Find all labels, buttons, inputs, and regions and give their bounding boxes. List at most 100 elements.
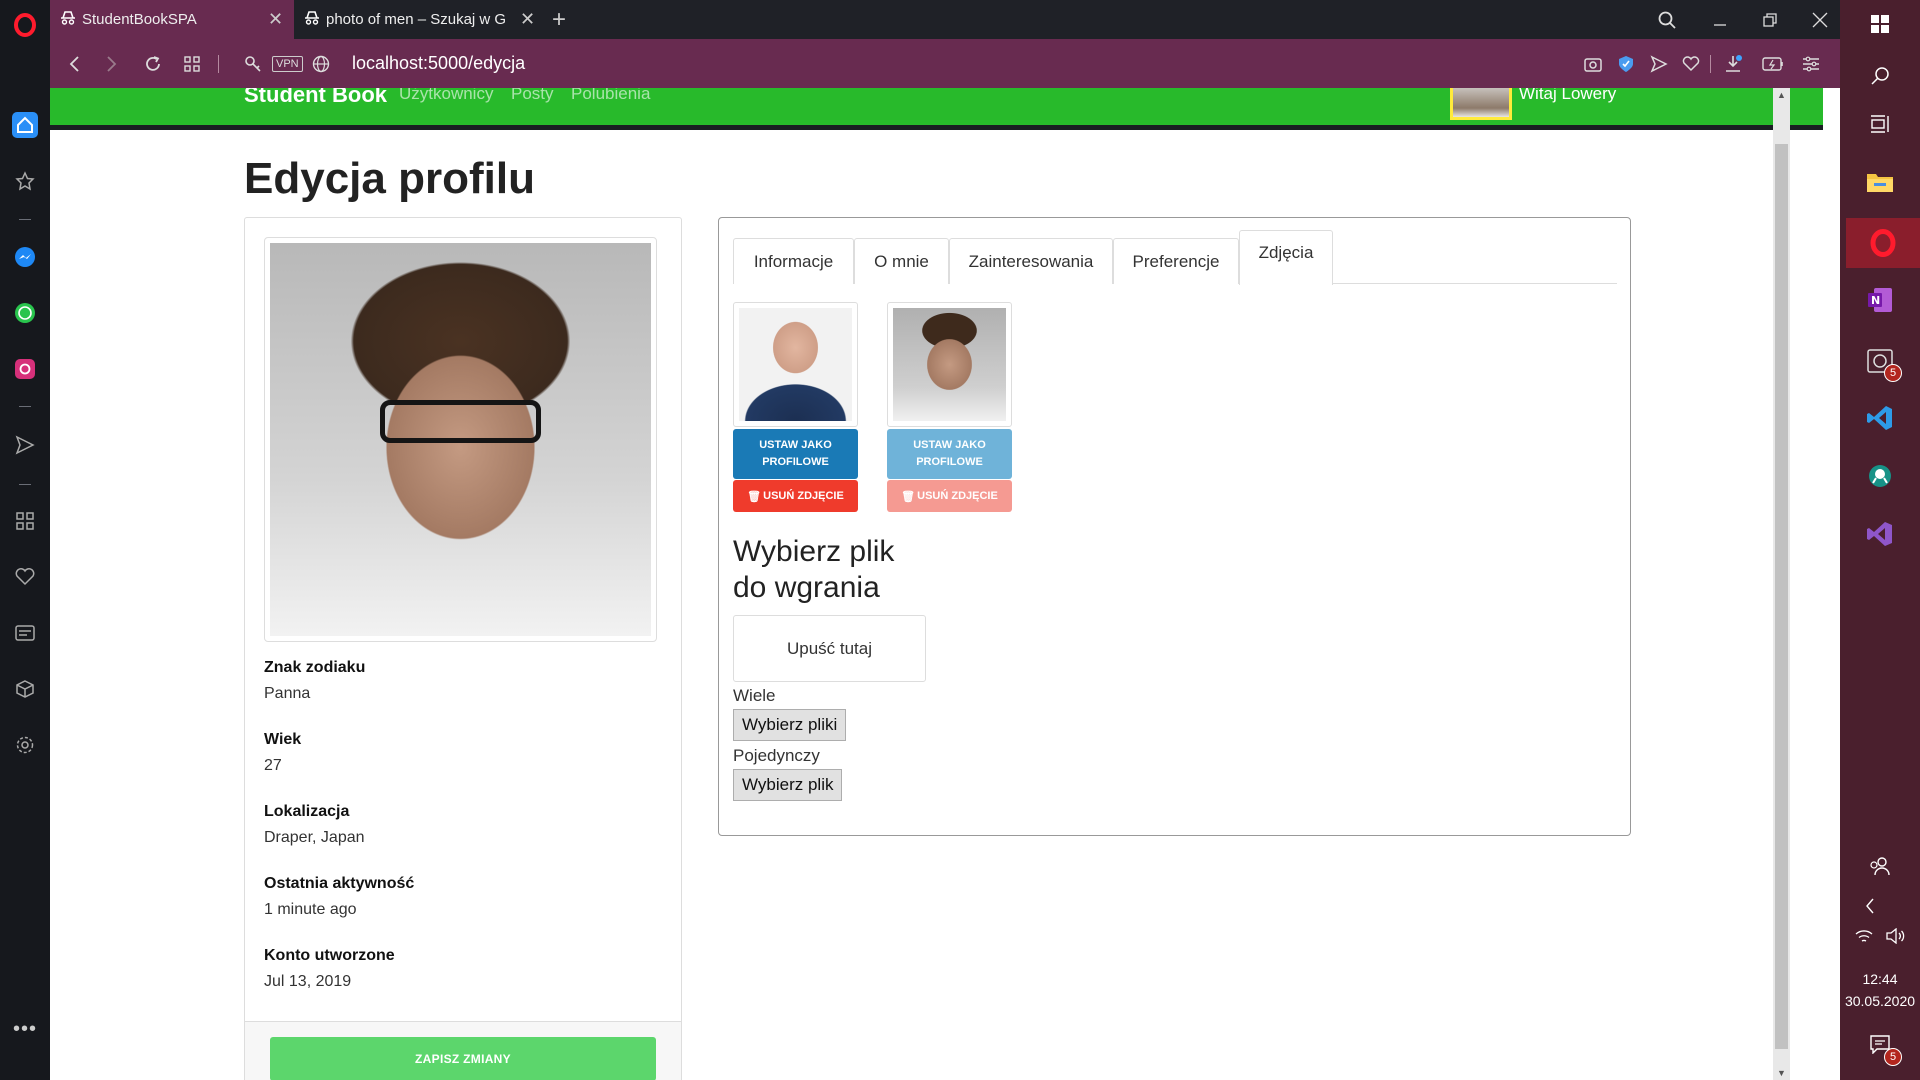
key-icon[interactable]	[244, 55, 262, 73]
notifications-badge: 5	[1884, 1048, 1902, 1066]
people-icon[interactable]	[1860, 846, 1900, 886]
navbar-brand[interactable]: Student Book	[244, 88, 387, 108]
detail-last-active: Ostatnia aktywność 1 minute ago	[264, 875, 414, 919]
toolbar-separator	[1710, 54, 1711, 73]
set-profile-photo-button[interactable]: USTAW JAKO PROFILOWE	[733, 429, 858, 479]
scrollbar-thumb[interactable]	[1775, 144, 1788, 1049]
heart-icon[interactable]	[12, 564, 38, 590]
delete-photo-button-disabled[interactable]: 🗑 USUŃ ZDJĘCIE	[887, 480, 1012, 512]
download-icon[interactable]	[1724, 54, 1742, 73]
reload-icon[interactable]	[144, 55, 162, 73]
action-center-icon[interactable]: 5	[1860, 1024, 1902, 1066]
browser-tab-active[interactable]: StudentBookSPA ✕	[50, 0, 294, 39]
address-bar: VPN localhost:5000/edycja	[50, 39, 1840, 88]
tabs-grid-icon[interactable]	[184, 55, 200, 72]
instagram-icon[interactable]	[12, 356, 38, 382]
flow-icon[interactable]	[1650, 54, 1668, 73]
gitkraken-icon[interactable]	[1860, 456, 1900, 496]
glasses-shape	[380, 400, 541, 444]
whatsapp-icon[interactable]	[12, 300, 38, 326]
bookmark-heart-icon[interactable]	[1682, 55, 1700, 72]
news-icon[interactable]	[12, 620, 38, 646]
svg-text:N: N	[1871, 294, 1880, 307]
home-icon[interactable]	[12, 112, 38, 138]
tab-preferencje[interactable]: Preferencje	[1113, 238, 1239, 284]
close-tab-icon[interactable]: ✕	[268, 9, 283, 30]
tab-o-mnie[interactable]: O mnie	[854, 238, 949, 284]
url-field[interactable]: localhost:5000/edycja	[352, 53, 525, 74]
opera-logo-icon[interactable]	[12, 12, 38, 38]
wifi-icon[interactable]	[1852, 916, 1876, 956]
search-tabs-icon[interactable]	[1658, 0, 1688, 39]
tab-zainteresowania[interactable]: Zainteresowania	[949, 238, 1113, 284]
more-icon[interactable]: •••	[12, 1016, 38, 1042]
minimize-icon[interactable]	[1705, 0, 1735, 39]
delete-photo-button[interactable]: 🗑 USUŃ ZDJĘCIE	[733, 480, 858, 512]
nav-link-likes[interactable]: Polubienia	[571, 88, 650, 104]
volume-icon[interactable]	[1884, 916, 1908, 956]
vpn-badge[interactable]: VPN	[272, 55, 303, 72]
file-explorer-icon[interactable]	[1860, 162, 1900, 202]
choose-files-button[interactable]: Wybierz pliki	[733, 709, 847, 741]
new-tab-icon[interactable]: +	[552, 0, 582, 39]
photo-thumbnail: USTAW JAKO PROFILOWE 🗑 USUŃ ZDJĘCIE	[733, 302, 858, 512]
delete-label: USUŃ ZDJĘCIE	[917, 490, 998, 502]
battery-icon[interactable]	[1762, 56, 1784, 71]
nav-link-posts[interactable]: Posty	[511, 88, 554, 104]
trash-icon: 🗑	[901, 490, 916, 503]
timer-icon[interactable]: 5	[1860, 340, 1902, 382]
vscode-icon[interactable]	[1860, 398, 1900, 438]
tab-label: photo of men – Szukaj w G	[326, 11, 507, 28]
opera-taskbar-icon[interactable]	[1846, 218, 1920, 268]
scroll-up-icon[interactable]: ▲	[1777, 90, 1786, 100]
tab-label: StudentBookSPA	[82, 11, 197, 28]
back-icon[interactable]	[68, 55, 80, 72]
restore-icon[interactable]	[1755, 0, 1785, 39]
navbar-greeting[interactable]: Witaj Lowery	[1519, 88, 1616, 104]
photo-frame	[887, 302, 1012, 427]
system-clock[interactable]: 12:44 30.05.2020	[1840, 968, 1920, 1012]
detail-label: Wiek	[264, 731, 302, 748]
settings-icon[interactable]	[12, 732, 38, 758]
tab-informacje[interactable]: Informacje	[733, 238, 854, 284]
forward-icon[interactable]	[106, 55, 118, 72]
grid-icon[interactable]	[12, 508, 38, 534]
detail-label: Ostatnia aktywność	[264, 875, 415, 892]
cube-icon[interactable]	[12, 676, 38, 702]
timer-badge: 5	[1884, 364, 1902, 382]
windows-start-icon[interactable]	[1860, 4, 1900, 44]
detail-value: 27	[264, 757, 282, 774]
search-icon[interactable]	[1860, 56, 1900, 96]
edit-tabs-card: Informacje O mnie Zainteresowania Prefer…	[718, 217, 1631, 836]
task-view-icon[interactable]	[1860, 104, 1900, 144]
photo-frame	[733, 302, 858, 427]
onenote-icon[interactable]: N	[1860, 280, 1900, 320]
tab-zdjecia[interactable]: Zdjęcia	[1239, 230, 1333, 285]
save-changes-button[interactable]: ZAPISZ ZMIANY	[270, 1037, 656, 1080]
easy-setup-icon[interactable]	[1802, 56, 1820, 72]
drop-zone[interactable]: Upuść tutaj	[733, 615, 926, 682]
camera-icon[interactable]	[1584, 56, 1602, 72]
page-scrollbar[interactable]: ▲ ▼	[1773, 88, 1790, 1080]
send-icon[interactable]	[12, 432, 38, 458]
navbar-avatar[interactable]	[1450, 88, 1512, 120]
set-profile-photo-button-disabled[interactable]: USTAW JAKO PROFILOWE	[887, 429, 1012, 479]
detail-value: Jul 13, 2019	[264, 973, 352, 990]
browser-tab-bar: StudentBookSPA ✕ photo of men – Szukaj w…	[50, 0, 1840, 39]
profile-photo	[264, 237, 657, 642]
multiple-label: Wiele	[733, 686, 776, 705]
choose-file-button[interactable]: Wybierz plik	[733, 769, 843, 801]
scroll-down-icon[interactable]: ▼	[1777, 1068, 1786, 1078]
browser-tab[interactable]: photo of men – Szukaj w G ✕	[298, 0, 542, 39]
close-tab-icon[interactable]: ✕	[520, 9, 535, 30]
star-icon[interactable]	[12, 168, 38, 194]
messenger-icon[interactable]	[12, 244, 38, 270]
visual-studio-icon[interactable]	[1860, 514, 1900, 554]
shield-icon[interactable]	[1618, 55, 1634, 73]
sidebar-separator	[19, 484, 31, 485]
detail-value: Panna	[264, 685, 311, 702]
close-window-icon[interactable]	[1805, 0, 1835, 39]
trash-icon: 🗑	[747, 490, 762, 503]
nav-link-users[interactable]: Użytkownicy	[399, 88, 493, 104]
detail-location: Lokalizacja Draper, Japan	[264, 803, 365, 847]
